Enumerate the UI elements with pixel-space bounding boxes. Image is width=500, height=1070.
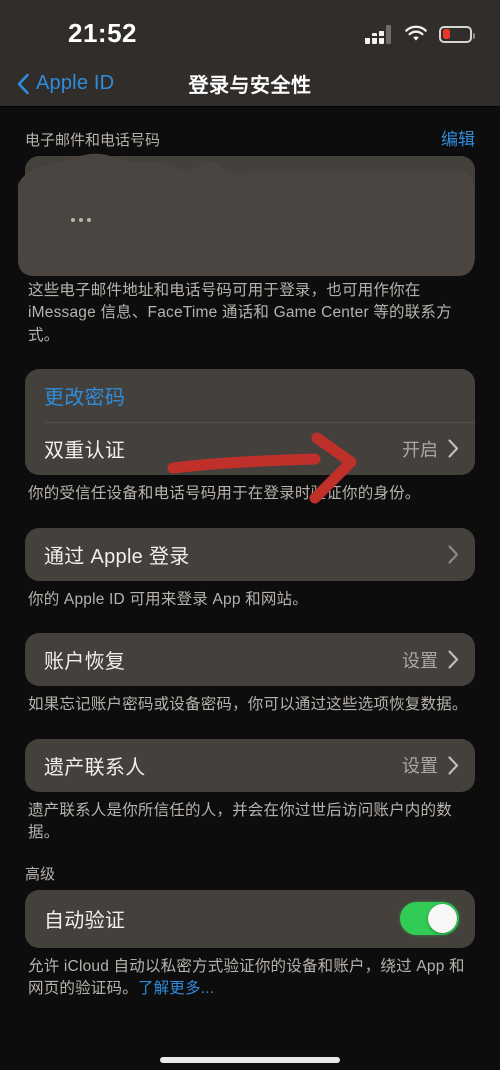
legacy-contact-footer: 遗产联系人是你所信任的人，并会在你过世后访问账户内的数据。 <box>28 801 452 842</box>
account-recovery-label: 账户恢复 <box>44 651 126 674</box>
auto-verify-label: 自动验证 <box>44 910 126 933</box>
email-phone-card[interactable] <box>25 156 475 272</box>
advanced-section-header: 高级 <box>0 845 500 890</box>
two-factor-auth-value: 开启 <box>402 439 438 460</box>
chevron-right-icon <box>448 650 459 669</box>
chevron-right-icon <box>448 756 459 775</box>
status-bar-time: 21:52 <box>68 18 137 48</box>
email-phone-footer: 这些电子邮件地址和电话号码可用于登录，也可用作你在 iMessage 信息、Fa… <box>28 282 452 344</box>
advanced-header-label: 高级 <box>25 865 56 883</box>
cellular-signal-icon <box>365 24 393 44</box>
advanced-footer: 允许 iCloud 自动以私密方式验证你的设备和账户，绕过 App 和网页的验证… <box>0 948 500 1001</box>
legacy-contact-card: 遗产联系人 设置 <box>25 738 475 792</box>
navigation-bar: Apple ID 登录与安全性 <box>0 60 500 107</box>
advanced-footer-text: 允许 iCloud 自动以私密方式验证你的设备和账户，绕过 App 和网页的验证… <box>28 957 465 998</box>
auto-verify-row[interactable]: 自动验证 <box>25 890 475 948</box>
auto-verify-toggle[interactable] <box>400 902 459 936</box>
change-password-label: 更改密码 <box>44 387 126 410</box>
email-phone-redacted-row[interactable] <box>25 156 475 272</box>
wifi-icon <box>405 25 427 41</box>
page-title: 登录与安全性 <box>188 75 312 97</box>
account-recovery-footer: 如果忘记账户密码或设备密码，你可以通过这些选项恢复数据。 <box>28 696 468 714</box>
security-footer: 你的受信任设备和电话号码用于在登录时验证你的身份。 <box>28 485 421 503</box>
chevron-right-icon <box>448 545 459 564</box>
legacy-contact-row[interactable]: 遗产联系人 设置 <box>25 739 475 792</box>
legacy-contact-label: 遗产联系人 <box>44 756 146 779</box>
sign-in-with-apple-footer: 你的 Apple ID 可用来登录 App 和网站。 <box>28 590 308 608</box>
sign-in-with-apple-row[interactable]: 通过 Apple 登录 <box>25 528 475 581</box>
learn-more-link[interactable]: 了解更多... <box>138 980 214 997</box>
account-recovery-card: 账户恢复 设置 <box>25 633 475 687</box>
account-recovery-row[interactable]: 账户恢复 设置 <box>25 633 475 686</box>
security-card: 更改密码 双重认证 开启 <box>25 369 475 476</box>
iphone-screen: 21:52 Apple ID 登录与安全性 电子邮件和电话号码 编辑 这些电子邮… <box>0 0 500 1070</box>
status-bar: 21:52 <box>0 0 500 60</box>
battery-low-icon <box>439 25 475 43</box>
home-indicator <box>160 1057 340 1063</box>
legacy-contact-value: 设置 <box>402 756 438 777</box>
email-phone-header-label: 电子邮件和电话号码 <box>25 132 161 149</box>
edit-button[interactable]: 编辑 <box>441 125 475 150</box>
toggle-knob <box>428 904 457 934</box>
settings-scroll-view[interactable]: 电子邮件和电话号码 编辑 这些电子邮件地址和电话号码可用于登录，也可用作你在 i… <box>0 107 500 1070</box>
advanced-card: 自动验证 <box>25 889 475 948</box>
sign-in-with-apple-card: 通过 Apple 登录 <box>25 527 475 581</box>
change-password-row[interactable]: 更改密码 <box>25 369 475 422</box>
status-bar-indicators <box>365 24 475 44</box>
sign-in-with-apple-label: 通过 Apple 登录 <box>44 545 190 568</box>
chevron-right-icon <box>448 439 459 458</box>
two-factor-auth-label: 双重认证 <box>44 440 126 463</box>
row-divider <box>44 422 475 424</box>
account-recovery-value: 设置 <box>402 650 438 671</box>
two-factor-auth-row[interactable]: 双重认证 开启 <box>25 422 475 475</box>
email-phone-section-header: 电子邮件和电话号码 编辑 <box>0 107 500 156</box>
